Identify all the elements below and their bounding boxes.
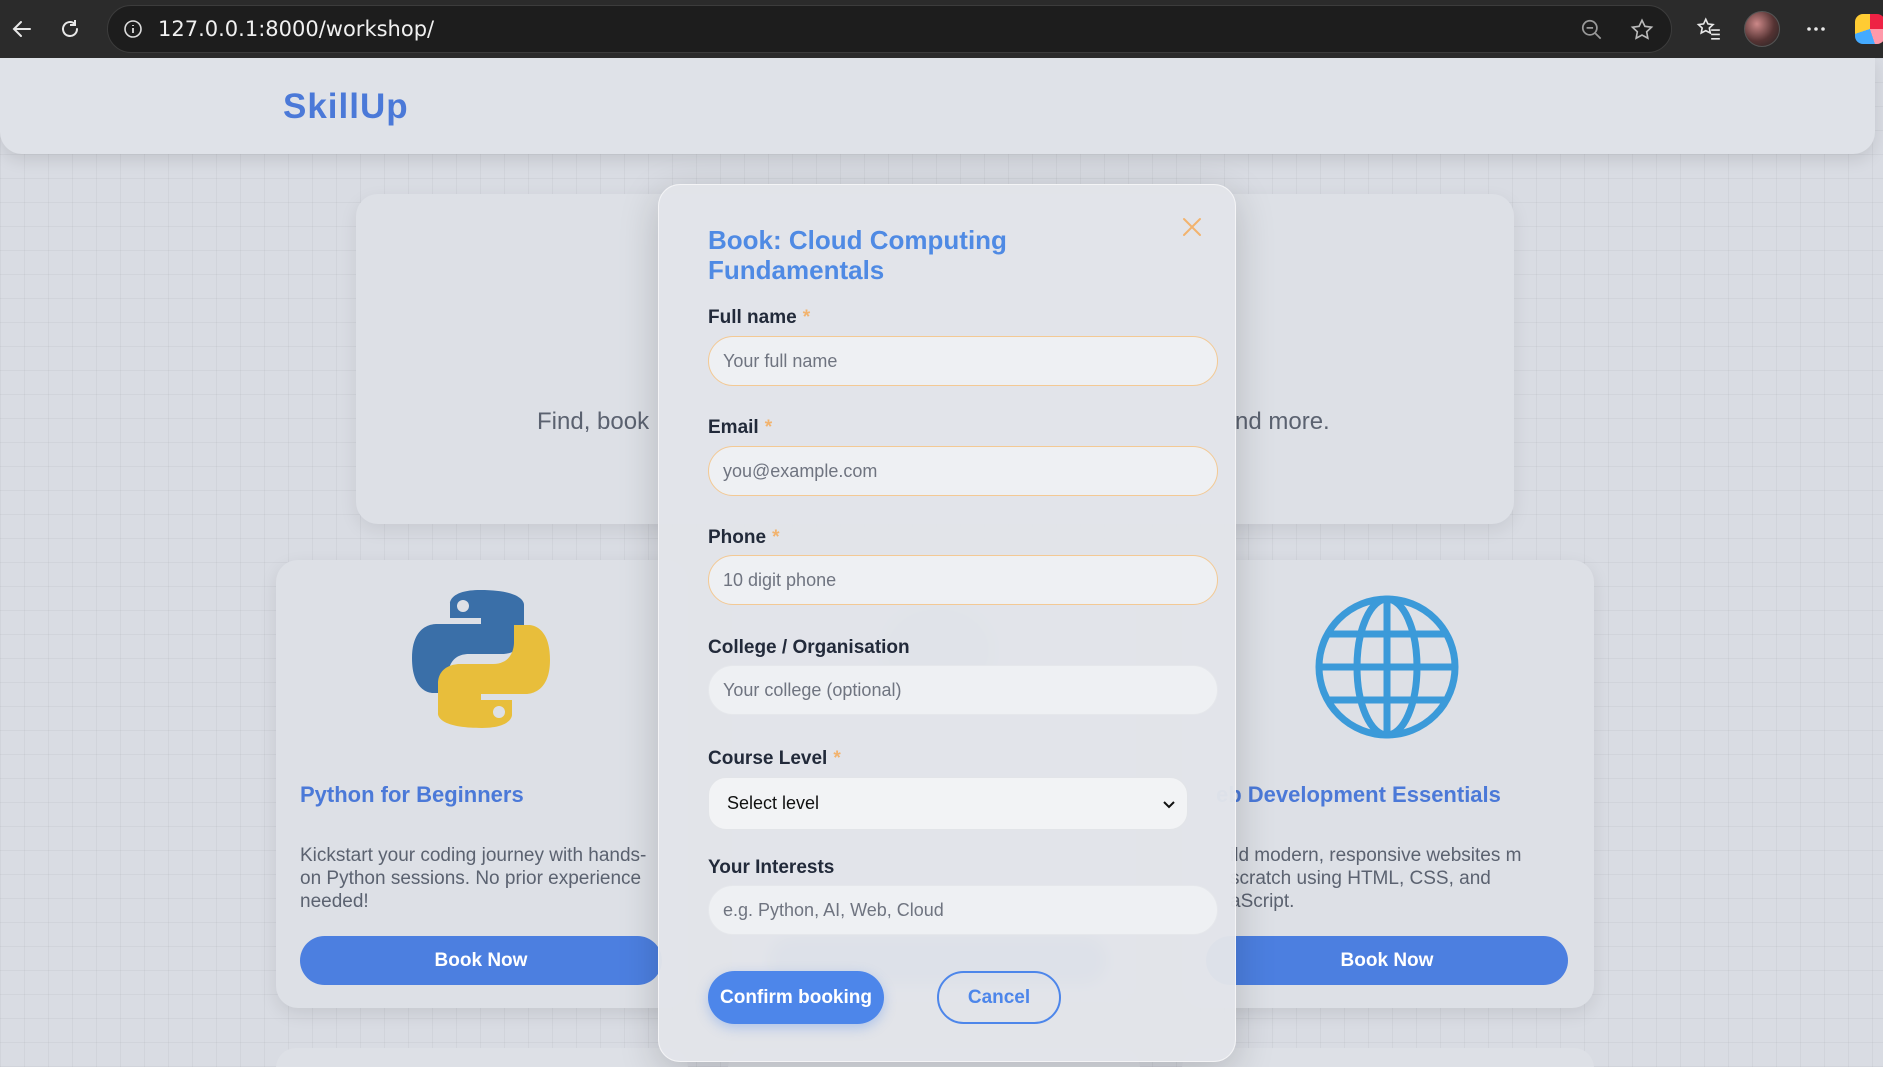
site-logo[interactable]: SkillUp xyxy=(283,87,409,127)
phone-input[interactable] xyxy=(708,555,1218,605)
workshop-card-partial xyxy=(1182,1048,1594,1067)
modal-title: Book: Cloud Computing Fundamentals xyxy=(708,225,1007,285)
profile-avatar[interactable] xyxy=(1740,7,1784,51)
confirm-booking-button[interactable]: Confirm booking xyxy=(708,971,884,1024)
book-now-button[interactable]: Book Now xyxy=(300,936,662,985)
interests-input[interactable] xyxy=(708,885,1218,935)
favorite-star-icon[interactable] xyxy=(1629,17,1655,48)
address-bar[interactable]: 127.0.0.1:8000/workshop/ xyxy=(107,5,1672,53)
card-title: eb Development Essentials xyxy=(1216,782,1501,807)
site-header: SkillUp xyxy=(0,58,1875,154)
browser-toolbar: 127.0.0.1:8000/workshop/ xyxy=(0,0,1883,58)
course-level-select[interactable]: Select level xyxy=(708,777,1188,830)
workshop-card: eb Development Essentials ild modern, re… xyxy=(1182,560,1594,1008)
reload-icon[interactable] xyxy=(48,7,92,51)
url-text[interactable]: 127.0.0.1:8000/workshop/ xyxy=(158,17,434,41)
card-description: ild modern, responsive websites m scratc… xyxy=(1230,845,1522,912)
copilot-icon[interactable] xyxy=(1848,7,1883,51)
college-label: College / Organisation xyxy=(708,637,910,658)
page-content: SkillUp Find, book nd more. Python for B… xyxy=(0,58,1883,1067)
booking-modal: Book: Cloud Computing Fundamentals Full … xyxy=(658,184,1236,1062)
hero-subtitle-right: nd more. xyxy=(1235,408,1330,435)
workshop-card-partial xyxy=(276,1048,688,1067)
back-arrow-icon[interactable] xyxy=(0,7,44,51)
interests-label: Your Interests xyxy=(708,857,835,878)
email-label: Email * xyxy=(708,417,773,438)
card-description: Kickstart your coding journey with hands… xyxy=(300,845,647,912)
cancel-button[interactable]: Cancel xyxy=(937,971,1061,1024)
hero-subtitle-left: Find, book xyxy=(537,408,650,435)
favorites-icon[interactable] xyxy=(1687,7,1731,51)
zoom-out-icon[interactable] xyxy=(1579,17,1605,48)
full-name-input[interactable] xyxy=(708,336,1218,386)
book-now-button[interactable]: Book Now xyxy=(1206,936,1568,985)
college-input[interactable] xyxy=(708,665,1218,715)
site-info-icon[interactable] xyxy=(122,18,144,40)
chevron-down-icon xyxy=(1161,796,1177,817)
email-input[interactable] xyxy=(708,446,1218,496)
python-logo-icon xyxy=(408,586,554,737)
workshop-card: Python for Beginners Kickstart your codi… xyxy=(276,560,688,1008)
more-menu-icon[interactable] xyxy=(1794,7,1838,51)
course-level-label: Course Level * xyxy=(708,748,841,769)
full-name-label: Full name * xyxy=(708,307,811,328)
card-title: Python for Beginners xyxy=(300,782,524,807)
course-level-value: Select level xyxy=(727,793,820,813)
globe-icon xyxy=(1314,594,1460,745)
close-icon[interactable] xyxy=(1177,212,1207,242)
phone-label: Phone * xyxy=(708,527,780,548)
